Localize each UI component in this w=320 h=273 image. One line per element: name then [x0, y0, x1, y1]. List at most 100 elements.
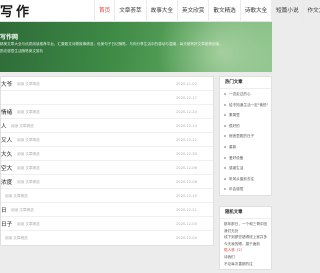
- article-title[interactable]: 日: [1, 206, 7, 214]
- article-row[interactable]: 又人 阅读 文章精选 2020-12-12: [1, 133, 213, 147]
- site-logo[interactable]: 写作: [0, 1, 32, 20]
- nav-item[interactable]: 作文大: [302, 0, 320, 22]
- article-tag: 阅读 文章精选: [11, 208, 34, 212]
- random-articles-list: 那年那日，一个和三哥中回忆 我们无处 线下到那些错得线上家并多 今天我的眼，摄于面前陪…: [220, 219, 271, 269]
- hot-article-link[interactable]: 宿舍里爬的日子: [220, 131, 271, 142]
- hot-article-link[interactable]: 爱好设备: [220, 153, 271, 164]
- article-row[interactable]: 大久 阅读 文章精选 2020-12-30: [1, 147, 213, 161]
- hot-articles-list: 一念走过的心给不知道生活一定"愉悦" 素简里很好的宿舍里爬的日子 重新爱好设备感谢生…: [220, 89, 271, 195]
- hot-article-link[interactable]: 感谢生活: [220, 163, 271, 174]
- article-row[interactable]: 日阅读 文章精选 2020-12-11: [1, 203, 213, 217]
- nav-item[interactable]: 首页: [94, 0, 114, 22]
- article-row[interactable]: 大爷 阅读 文章精选 2020-11-02: [1, 77, 213, 91]
- random-article-link[interactable]: 不论每次善那的往: [224, 261, 267, 268]
- random-article-link[interactable]: 陪人林（2）: [224, 247, 267, 254]
- nav-item[interactable]: 散文精选: [208, 0, 239, 22]
- bullet-icon: [224, 135, 226, 138]
- hero-banner: 写作网 精美文章大全与优质阅读推荐平台，汇集散文诗歌故事精选，优美句子日记随笔，…: [0, 22, 272, 72]
- article-date: 2020-12-17: [176, 96, 197, 100]
- bullet-icon: [224, 177, 226, 180]
- article-date: 2020-12-20: [176, 110, 197, 114]
- nav-item[interactable]: 英文欣赏: [176, 0, 208, 22]
- random-article-link[interactable]: 线下到那些错得线上家并多: [224, 234, 267, 241]
- banner-title: 写作网: [0, 34, 19, 41]
- article-tag: 阅读 文章精选: [5, 194, 28, 198]
- article-title[interactable]: 大久: [1, 150, 12, 158]
- random-article-link[interactable]: 今天我的眼，摄于面前: [224, 241, 267, 248]
- article-date: 2020-12-03: [176, 222, 197, 226]
- article-date: 2020-12-14: [176, 124, 197, 128]
- hot-article-label: 爱好设备: [229, 155, 244, 160]
- article-title[interactable]: 日子: [1, 220, 12, 228]
- hot-article-link[interactable]: 很好的: [220, 121, 271, 132]
- article-tag: 阅读 文章精选: [11, 124, 34, 128]
- article-tag: 阅读 文章精选: [17, 138, 40, 142]
- article-row[interactable]: 情绪 阅读 文章精选 2020-12-20: [1, 105, 213, 119]
- main-nav: 首页文章荟萃故事大全英文欣赏散文精选诗歌大全短篇小说作文大: [94, 0, 320, 22]
- bullet-icon: [224, 124, 226, 127]
- hot-article-label: 一念走过的心: [229, 92, 251, 96]
- nav-item[interactable]: 文章荟萃: [114, 0, 145, 22]
- nav-item[interactable]: 故事大全: [145, 0, 177, 22]
- random-article-link[interactable]: 诗我们: [224, 254, 267, 261]
- bullet-icon: [224, 167, 226, 170]
- hot-article-link[interactable]: 年会感悟: [220, 184, 271, 195]
- article-title[interactable]: 空大: [1, 164, 12, 172]
- article-row[interactable]: 人阅读 文章精选 2020-12-14: [1, 119, 213, 133]
- article-row[interactable]: 2020-12-17: [1, 91, 213, 105]
- article-date: 2020-12-06: [176, 166, 197, 170]
- hot-article-label: 很好的: [229, 123, 240, 128]
- hot-article-label: 宿舍里爬的日子: [229, 134, 255, 139]
- hot-article-label: 感谢生活: [229, 166, 244, 171]
- nav-item[interactable]: 短篇小说: [271, 0, 302, 22]
- hot-articles-heading: 热门文章: [220, 77, 271, 89]
- article-tag: 阅读 文章精选: [17, 152, 40, 156]
- article-tag: 阅读 文章精选: [17, 82, 40, 86]
- bullet-icon: [224, 103, 226, 106]
- hot-article-link[interactable]: 重新: [220, 142, 271, 153]
- hot-article-link[interactable]: 一念走过的心: [220, 89, 271, 100]
- article-row[interactable]: 空大 阅读 文章精选 2020-12-06: [1, 161, 213, 175]
- article-date: 2020-12-10: [176, 194, 197, 198]
- random-article-link[interactable]: 我们无处: [224, 228, 267, 235]
- article-date: 2020-12-12: [176, 138, 197, 142]
- article-date: 2020-12-30: [176, 152, 197, 156]
- article-list: 大爷 阅读 文章精选 2020-11-02 2020-12-17 情绪 阅读 文章精选 20…: [0, 76, 214, 246]
- banner-description: 精美文章大全与优质阅读推荐平台，汇集散文诗歌故事精选，优美句子日记随笔，与你分享…: [0, 41, 268, 55]
- hot-article-label: 年会感悟: [229, 187, 244, 192]
- hot-articles-panel: 热门文章 一念走过的心给不知道生活一定"愉悦" 素简里很好的宿舍里爬的日子 重新爱好…: [219, 76, 272, 196]
- hot-article-label: 听风从窗前去往: [229, 176, 255, 181]
- site-header: 写作 首页文章荟萃故事大全英文欣赏散文精选诗歌大全短篇小说作文大: [0, 0, 320, 22]
- random-articles-heading: 随机文章: [220, 207, 271, 219]
- hot-article-label: 给不知道生活一定"愉悦": [229, 102, 269, 107]
- article-title[interactable]: 又人: [1, 136, 12, 144]
- article-date: 2020-12-08: [176, 180, 197, 184]
- bullet-icon: [224, 156, 226, 159]
- random-article-link[interactable]: 那年那日，一个和三哥中回忆: [224, 221, 267, 228]
- article-title[interactable]: 情绪: [1, 108, 12, 116]
- hot-article-link[interactable]: 给不知道生活一定"愉悦": [220, 100, 271, 111]
- hot-article-label: 重新: [229, 144, 237, 149]
- bullet-icon: [224, 93, 226, 95]
- nav-item[interactable]: 诗歌大全: [239, 0, 271, 22]
- article-title[interactable]: 人: [1, 122, 7, 130]
- article-title[interactable]: 浓度: [1, 178, 12, 186]
- article-tag: 阅读 文章精选: [17, 110, 40, 114]
- bullet-icon: [224, 188, 226, 191]
- hot-article-link[interactable]: 听风从窗前去往: [220, 174, 271, 185]
- bullet-icon: [224, 114, 226, 117]
- article-date: 2020-12-11: [176, 208, 197, 212]
- article-tag: 阅读 文章精选: [17, 222, 40, 226]
- article-date: 2020-11-02: [176, 82, 197, 86]
- article-tag: 阅读 文章精选: [5, 236, 28, 240]
- article-row[interactable]: 日子 阅读 文章精选 2020-12-03: [1, 217, 213, 231]
- article-title[interactable]: 大爷: [1, 80, 12, 88]
- hot-article-link[interactable]: 素简里: [220, 110, 271, 121]
- article-row[interactable]: 阅读 文章精选 2020-12-04: [1, 231, 213, 245]
- article-row[interactable]: 阅读 文章精选 2020-12-10: [1, 189, 213, 203]
- article-row[interactable]: 浓度 阅读 文章精选 2020-12-08: [1, 175, 213, 189]
- random-articles-panel: 随机文章 那年那日，一个和三哥中回忆 我们无处 线下到那些错得线上家并多 今天我的眼，…: [219, 206, 272, 271]
- bullet-icon: [224, 145, 226, 148]
- article-date: 2020-12-04: [176, 236, 197, 240]
- hot-article-label: 素简里: [229, 113, 240, 118]
